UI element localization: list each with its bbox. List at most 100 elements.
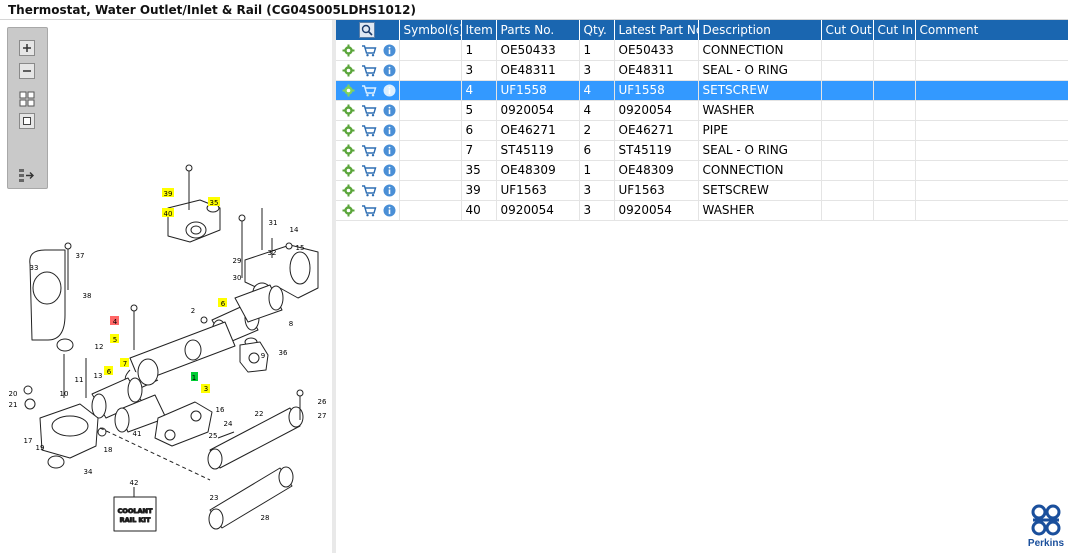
callout-label[interactable]: 24 [224,420,233,428]
callout-label[interactable]: 11 [75,376,84,384]
settings-gear-icon[interactable] [342,124,355,137]
settings-gear-icon[interactable] [342,204,355,217]
cell-latest-part-no[interactable]: 0920054 [614,100,699,121]
shopping-cart-icon[interactable] [361,144,377,157]
callout-label[interactable]: 20 [9,390,18,398]
table-row[interactable]: 40 0920054 3 0920054 WASHER [336,200,1068,221]
shopping-cart-icon[interactable] [361,124,377,137]
settings-gear-icon[interactable] [342,64,355,77]
cell-part-no[interactable]: OE50433 [496,40,580,61]
column-header-qty[interactable]: Qty. [579,20,615,40]
callout-label[interactable]: 37 [76,252,85,260]
settings-gear-icon[interactable] [342,84,355,97]
settings-gear-icon[interactable] [342,44,355,57]
callout-label[interactable]: 38 [83,292,92,300]
column-header-symbols[interactable]: Symbol(s) [399,20,462,40]
callout-label[interactable]: 4 [113,318,118,326]
callout-label[interactable]: 2 [191,307,195,315]
callout-label[interactable]: 34 [84,468,93,476]
diagram-pane[interactable]: COOLANT RAIL KIT 39 40 35 31 14 15 32 29 30 37 33 3… [0,20,332,553]
actual-size-button[interactable] [17,112,37,130]
table-row[interactable]: 3 OE48311 3 OE48311 SEAL - O RING [336,60,1068,81]
shopping-cart-icon[interactable] [361,164,377,177]
cell-part-no[interactable]: OE48309 [496,160,580,181]
column-header-item[interactable]: Item [461,20,497,40]
fit-to-window-button[interactable] [17,90,37,108]
callout-label[interactable]: 16 [216,406,225,414]
settings-gear-icon[interactable] [342,184,355,197]
callout-label[interactable]: 18 [104,446,113,454]
column-header-description[interactable]: Description [698,20,822,40]
callout-label[interactable]: 14 [290,226,299,234]
column-header-parts-no[interactable]: Parts No. [496,20,580,40]
info-icon[interactable] [383,144,396,157]
shopping-cart-icon[interactable] [361,204,377,217]
callout-label[interactable]: 32 [268,249,277,257]
cell-latest-part-no[interactable]: UF1563 [614,180,699,201]
cell-latest-part-no[interactable]: OE48309 [614,160,699,181]
settings-gear-icon[interactable] [342,104,355,117]
callout-label[interactable]: 39 [164,190,173,198]
cell-part-no[interactable]: OE46271 [496,120,580,141]
callout-label[interactable]: 6 [221,300,226,308]
shopping-cart-icon[interactable] [361,84,377,97]
table-row[interactable]: 35 OE48309 1 OE48309 CONNECTION [336,160,1068,181]
callout-label[interactable]: 12 [95,343,104,351]
cell-part-no[interactable]: UF1563 [496,180,580,201]
cell-latest-part-no[interactable]: OE48311 [614,60,699,81]
info-icon[interactable] [383,204,396,217]
table-row[interactable]: 6 OE46271 2 OE46271 PIPE [336,120,1068,141]
callout-label[interactable]: 27 [318,412,327,420]
callout-label[interactable]: 9 [261,352,265,360]
callout-label[interactable]: 41 [133,430,142,438]
cell-latest-part-no[interactable]: UF1558 [614,80,699,101]
callout-label[interactable]: 6 [107,368,112,376]
callout-label[interactable]: 23 [210,494,219,502]
shopping-cart-icon[interactable] [361,44,377,57]
settings-gear-icon[interactable] [342,164,355,177]
callout-label[interactable]: 13 [94,372,103,380]
shopping-cart-icon[interactable] [361,104,377,117]
info-icon[interactable] [383,124,396,137]
cell-part-no[interactable]: 0920054 [496,200,580,221]
column-header-latest-part-no[interactable]: Latest Part No. [614,20,699,40]
zoom-out-button[interactable] [17,62,37,80]
table-row[interactable]: 39 UF1563 3 UF1563 SETSCREW [336,180,1068,201]
info-icon[interactable] [383,184,396,197]
cell-latest-part-no[interactable]: OE50433 [614,40,699,61]
callout-label[interactable]: 33 [30,264,39,272]
callout-label[interactable]: 35 [210,199,219,207]
callout-label[interactable]: 19 [36,444,45,452]
callout-label[interactable]: 17 [24,437,33,445]
cell-part-no[interactable]: OE48311 [496,60,580,81]
table-row[interactable]: 7 ST45119 6 ST45119 SEAL - O RING [336,140,1068,161]
table-row[interactable]: 1 OE50433 1 OE50433 CONNECTION [336,40,1068,61]
callout-label[interactable]: 1 [192,374,196,382]
callout-label[interactable]: 28 [261,514,270,522]
callout-label[interactable]: 26 [318,398,327,406]
zoom-in-button[interactable] [17,39,37,57]
callout-label[interactable]: 30 [233,274,242,282]
cell-latest-part-no[interactable]: OE46271 [614,120,699,141]
cell-part-no[interactable]: ST45119 [496,140,580,161]
column-header-comment[interactable]: Comment [915,20,1068,40]
cell-part-no[interactable]: 0920054 [496,100,580,121]
callout-label[interactable]: 21 [9,401,18,409]
callout-label[interactable]: 8 [289,320,293,328]
info-icon[interactable] [383,84,396,97]
cell-part-no[interactable]: UF1558 [496,80,580,101]
info-icon[interactable] [383,104,396,117]
table-row[interactable]: 5 0920054 4 0920054 WASHER [336,100,1068,121]
shopping-cart-icon[interactable] [361,64,377,77]
settings-gear-icon[interactable] [342,144,355,157]
cell-latest-part-no[interactable]: 0920054 [614,200,699,221]
callout-label[interactable]: 22 [255,410,264,418]
callout-label[interactable]: 31 [269,219,278,227]
cell-latest-part-no[interactable]: ST45119 [614,140,699,161]
table-row[interactable]: 4 UF1558 4 UF1558 SETSCREW [336,80,1068,101]
callout-label[interactable]: 40 [164,210,173,218]
callout-label[interactable]: 36 [279,349,288,357]
callout-label[interactable]: 29 [233,257,242,265]
callout-label[interactable]: 42 [130,479,139,487]
callout-label[interactable]: 7 [123,360,127,368]
